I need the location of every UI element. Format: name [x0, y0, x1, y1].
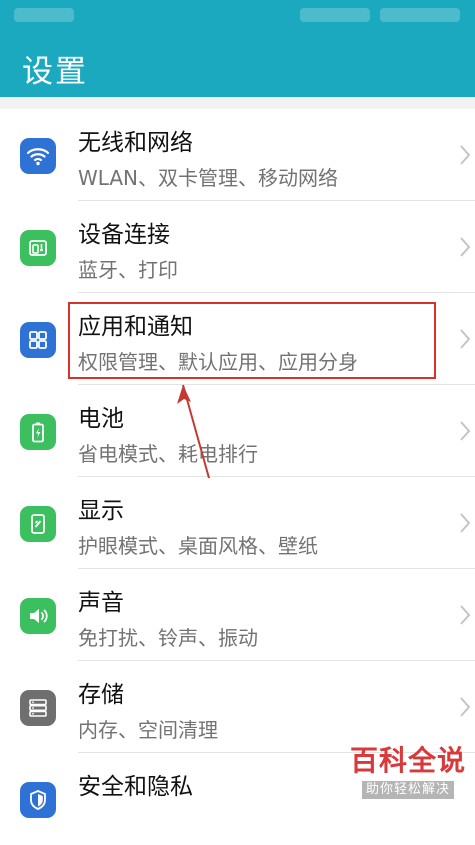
app-header: 设置: [0, 0, 475, 97]
watermark-brand: 百科全说: [349, 744, 466, 777]
device-connection-icon: [20, 230, 56, 266]
highlight-box: [68, 302, 436, 379]
header-gap: [0, 97, 475, 109]
settings-item-subtitle: 内存、空间清理: [78, 718, 218, 742]
settings-item-display[interactable]: 显示 护眼模式、桌面风格、壁纸: [0, 477, 475, 569]
apps-grid-icon: [20, 322, 56, 358]
settings-item-wireless-network[interactable]: 无线和网络 WLAN、双卡管理、移动网络: [0, 109, 475, 201]
settings-item-title: 无线和网络: [78, 130, 193, 156]
wifi-icon: [20, 138, 56, 174]
storage-icon: [20, 690, 56, 726]
chevron-right-icon: [460, 421, 471, 441]
settings-item-title: 显示: [78, 498, 124, 524]
settings-item-title: 电池: [78, 406, 124, 432]
display-icon: [20, 506, 56, 542]
settings-item-device-connection[interactable]: 设备连接 蓝牙、打印: [0, 201, 475, 293]
chevron-right-icon: [460, 697, 471, 717]
status-bar: [0, 0, 475, 30]
shield-icon: [20, 782, 56, 818]
settings-item-title: 安全和隐私: [78, 774, 193, 800]
settings-item-title: 设备连接: [78, 222, 170, 248]
settings-item-subtitle: 省电模式、耗电排行: [78, 442, 258, 466]
chevron-right-icon: [460, 145, 471, 165]
chevron-right-icon: [460, 329, 471, 349]
settings-item-battery[interactable]: 电池 省电模式、耗电排行: [0, 385, 475, 477]
settings-item-subtitle: 免打扰、铃声、振动: [78, 626, 258, 650]
settings-item-subtitle: 蓝牙、打印: [78, 258, 178, 282]
settings-item-storage[interactable]: 存储 内存、空间清理: [0, 661, 475, 753]
settings-item-sound[interactable]: 声音 免打扰、铃声、振动: [0, 569, 475, 661]
settings-item-title: 声音: [78, 590, 124, 616]
watermark-logo: 百科全说 助你轻松解决: [344, 744, 472, 804]
chevron-right-icon: [460, 513, 471, 533]
battery-icon: [20, 414, 56, 450]
page-title: 设置: [22, 54, 88, 90]
chevron-right-icon: [460, 237, 471, 257]
settings-list: 无线和网络 WLAN、双卡管理、移动网络 设备连接 蓝牙、打印 应用和通知 权限…: [0, 109, 475, 845]
settings-item-title: 存储: [78, 682, 124, 708]
settings-item-subtitle: 护眼模式、桌面风格、壁纸: [78, 534, 318, 558]
watermark-slogan: 助你轻松解决: [361, 781, 454, 799]
chevron-right-icon: [460, 605, 471, 625]
settings-item-subtitle: WLAN、双卡管理、移动网络: [78, 166, 339, 190]
speaker-icon: [20, 598, 56, 634]
